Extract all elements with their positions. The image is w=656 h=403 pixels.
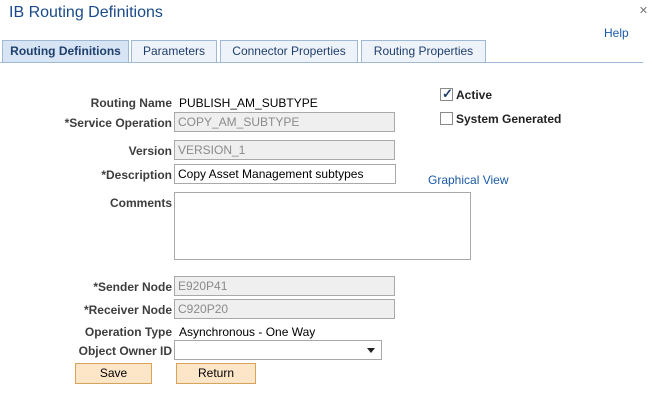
- description-field[interactable]: Copy Asset Management subtypes: [174, 164, 396, 184]
- sender-node-label: *Sender Node: [93, 280, 172, 294]
- help-link[interactable]: Help: [604, 26, 629, 40]
- comments-textarea[interactable]: [174, 192, 471, 260]
- active-checkbox[interactable]: ✓: [440, 86, 453, 101]
- routing-name-value: PUBLISH_AM_SUBTYPE: [179, 96, 318, 110]
- version-field: VERSION_1: [174, 140, 395, 160]
- service-operation-field: COPY_AM_SUBTYPE: [174, 112, 395, 132]
- system-generated-checkbox[interactable]: [440, 112, 453, 125]
- checkmark-icon: ✓: [442, 86, 453, 101]
- description-label: *Description: [101, 168, 172, 182]
- receiver-node-label: *Receiver Node: [83, 303, 172, 317]
- tab-divider: [0, 62, 643, 63]
- active-label: Active: [456, 88, 493, 102]
- close-icon[interactable]: ✕: [638, 6, 649, 17]
- tab-routing-definitions[interactable]: Routing Definitions: [2, 40, 129, 63]
- object-owner-label: Object Owner ID: [78, 344, 172, 358]
- save-button[interactable]: Save: [75, 363, 152, 384]
- tab-routing-properties[interactable]: Routing Properties: [361, 40, 486, 62]
- operation-type-label: Operation Type: [84, 325, 172, 339]
- system-generated-label: System Generated: [456, 112, 562, 126]
- service-operation-label: *Service Operation: [64, 116, 172, 130]
- return-button[interactable]: Return: [176, 363, 256, 384]
- window-title: IB Routing Definitions: [9, 4, 163, 21]
- object-owner-select[interactable]: [174, 340, 382, 360]
- version-label: Version: [128, 144, 172, 158]
- receiver-node-field: C920P20: [174, 299, 395, 319]
- comments-label: Comments: [109, 196, 172, 210]
- chevron-down-icon[interactable]: [367, 348, 375, 353]
- sender-node-field: E920P41: [174, 276, 395, 296]
- tab-connector-properties[interactable]: Connector Properties: [220, 40, 358, 62]
- operation-type-value: Asynchronous - One Way: [179, 325, 316, 339]
- routing-name-label: Routing Name: [90, 96, 172, 110]
- graphical-view-link[interactable]: Graphical View: [428, 173, 508, 187]
- tab-parameters[interactable]: Parameters: [131, 40, 217, 62]
